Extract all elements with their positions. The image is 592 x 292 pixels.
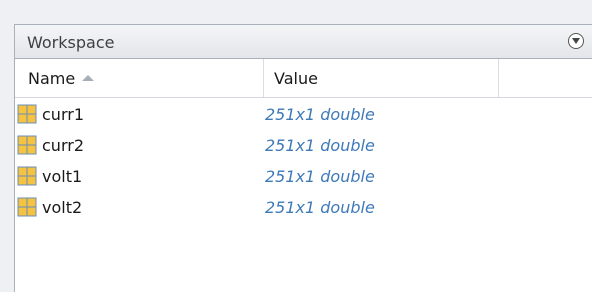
panel-menu-button[interactable]	[568, 33, 584, 49]
matrix-variable-icon	[17, 166, 37, 186]
variable-name: volt1	[42, 167, 83, 186]
variable-name: volt2	[42, 198, 83, 217]
variable-value: 251x1 double	[265, 198, 375, 217]
variable-name: curr1	[42, 105, 84, 124]
column-header-value[interactable]: Value	[264, 59, 499, 97]
matrix-variable-icon	[17, 104, 37, 124]
variable-row[interactable]: curr1 251x1 double	[15, 99, 495, 129]
variable-value: 251x1 double	[265, 167, 375, 186]
workspace-panel: Workspace Name Value curr1 251x1 double cu…	[14, 24, 592, 292]
circle-down-arrow-icon	[572, 38, 580, 44]
variable-value: 251x1 double	[265, 105, 375, 124]
column-header-name[interactable]: Name	[15, 59, 264, 97]
sort-ascending-icon	[82, 75, 94, 81]
column-header-name-label: Name	[28, 69, 76, 88]
workspace-window: Workspace Name Value curr1 251x1 double cu…	[0, 0, 592, 292]
variable-row[interactable]: volt1 251x1 double	[15, 161, 495, 191]
variable-row[interactable]: curr2 251x1 double	[15, 130, 495, 160]
matrix-variable-icon	[17, 197, 37, 217]
matrix-variable-icon	[17, 135, 37, 155]
variable-name: curr2	[42, 136, 84, 155]
variable-value: 251x1 double	[265, 136, 375, 155]
variable-row[interactable]: volt2 251x1 double	[15, 192, 495, 222]
panel-title: Workspace	[27, 33, 115, 52]
panel-titlebar: Workspace	[15, 25, 592, 59]
column-header-value-label: Value	[274, 69, 318, 88]
column-header-extra[interactable]	[499, 59, 592, 97]
table-header: Name Value	[15, 59, 592, 98]
